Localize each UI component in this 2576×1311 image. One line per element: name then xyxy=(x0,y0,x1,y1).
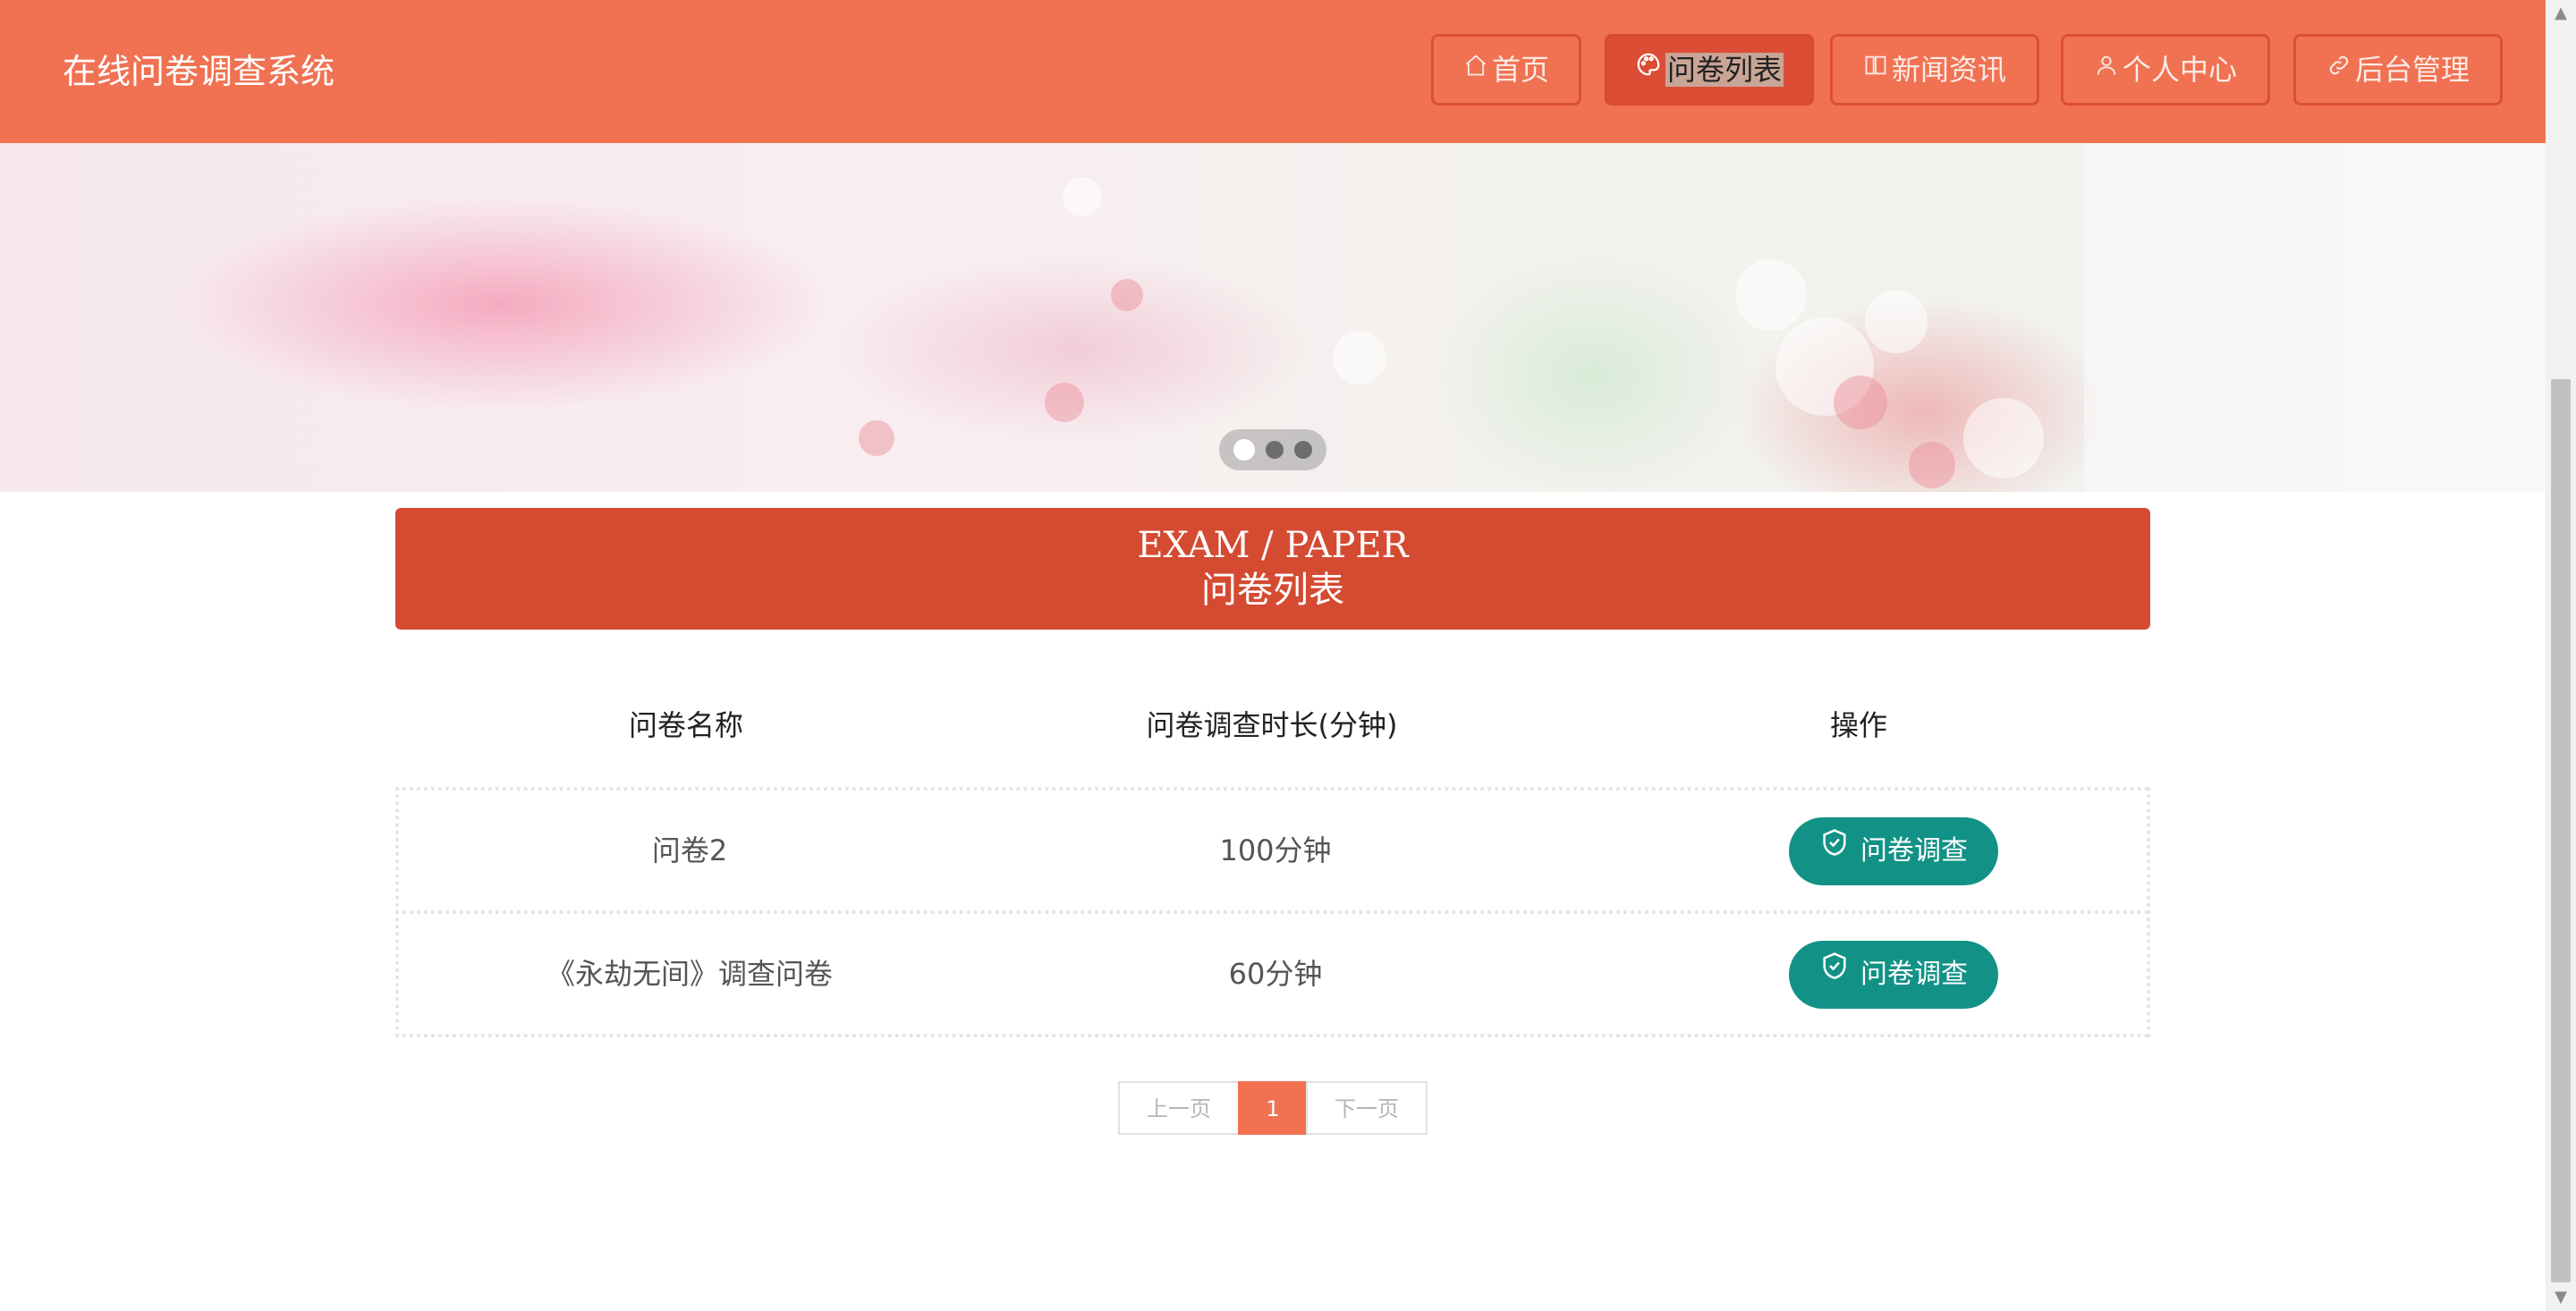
table-row: 问卷2 100分钟 问卷调查 xyxy=(395,787,2150,914)
link-icon xyxy=(2326,37,2351,103)
carousel-dot-1[interactable] xyxy=(1233,439,1255,461)
nav-admin[interactable]: 后台管理 xyxy=(2293,34,2503,106)
section-title-en: EXAM / PAPER xyxy=(1137,525,1409,566)
user-icon xyxy=(2094,37,2119,103)
main-nav: 首页 问卷列表 新闻资讯 个人中心 后台管理 xyxy=(0,34,2546,109)
nav-admin-label: 后台管理 xyxy=(2354,53,2470,87)
palette-icon xyxy=(1635,37,1662,103)
shield-check-icon xyxy=(1819,939,1850,1007)
survey-duration: 60分钟 xyxy=(1228,957,1323,991)
take-survey-button[interactable]: 问卷调查 xyxy=(1789,817,1998,885)
table-row: 《永劫无间》调查问卷 60分钟 问卷调查 xyxy=(395,910,2150,1037)
news-icon xyxy=(1863,37,1888,103)
nav-survey-list[interactable]: 问卷列表 xyxy=(1605,34,1814,106)
nav-personal-center[interactable]: 个人中心 xyxy=(2061,34,2270,106)
carousel-dot-3[interactable] xyxy=(1294,441,1312,459)
next-page-button[interactable]: 下一页 xyxy=(1306,1081,1428,1135)
carousel-dot-2[interactable] xyxy=(1266,441,1284,459)
column-header-duration: 问卷调查时长(分钟) xyxy=(1146,708,1398,742)
nav-home-label: 首页 xyxy=(1491,53,1549,87)
nav-personal-center-label: 个人中心 xyxy=(2122,53,2237,87)
carousel-indicators xyxy=(1219,429,1326,470)
nav-survey-list-label: 问卷列表 xyxy=(1665,53,1784,87)
nav-news[interactable]: 新闻资讯 xyxy=(1830,34,2039,106)
survey-name: 问卷2 xyxy=(651,833,728,867)
take-survey-label: 问卷调查 xyxy=(1860,959,1968,990)
vertical-scrollbar[interactable]: ▲ ▼ xyxy=(2546,0,2576,1311)
prev-page-button[interactable]: 上一页 xyxy=(1118,1081,1240,1135)
shield-check-icon xyxy=(1819,816,1850,884)
nav-home[interactable]: 首页 xyxy=(1431,34,1581,106)
scroll-down-arrow-icon[interactable]: ▼ xyxy=(2546,1284,2576,1311)
home-icon xyxy=(1463,37,1488,103)
scrollbar-thumb[interactable] xyxy=(2551,379,2571,1282)
survey-name: 《永劫无间》调查问卷 xyxy=(546,957,833,991)
take-survey-button[interactable]: 问卷调查 xyxy=(1789,941,1998,1009)
section-title-cn: 问卷列表 xyxy=(1201,570,1344,611)
section-title-banner: EXAM / PAPER 问卷列表 xyxy=(395,508,2150,630)
top-navbar: 在线问卷调查系统 首页 问卷列表 新闻资讯 个人中心 后台管理 xyxy=(0,0,2546,143)
survey-duration: 100分钟 xyxy=(1219,833,1332,867)
take-survey-label: 问卷调查 xyxy=(1860,835,1968,867)
column-header-action: 操作 xyxy=(1829,708,1887,742)
scroll-up-arrow-icon[interactable]: ▲ xyxy=(2546,0,2576,27)
banner-carousel[interactable] xyxy=(0,143,2546,492)
page-1-button[interactable]: 1 xyxy=(1238,1081,1308,1135)
nav-news-label: 新闻资讯 xyxy=(1891,53,2006,87)
column-header-name: 问卷名称 xyxy=(628,708,743,742)
